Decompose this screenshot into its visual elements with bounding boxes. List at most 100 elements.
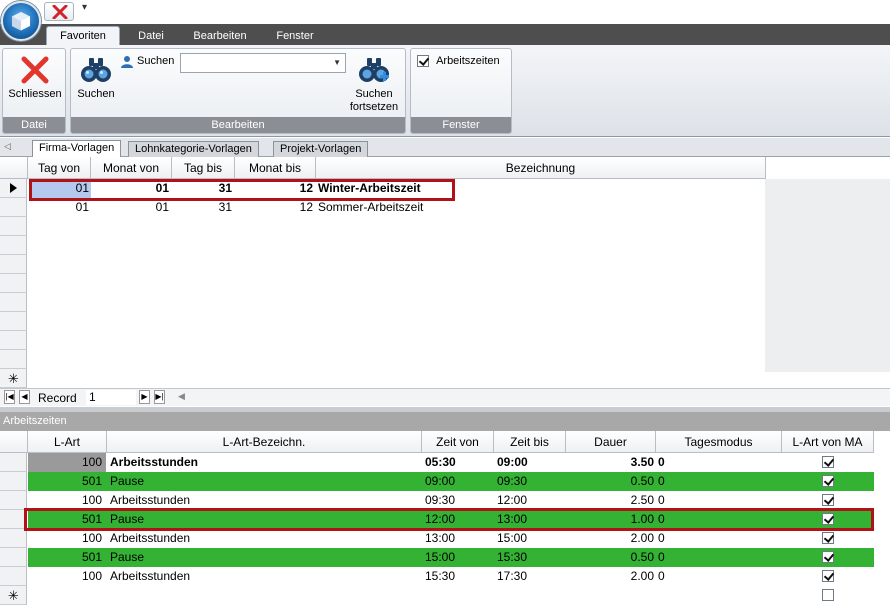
row-selector[interactable] xyxy=(0,453,27,472)
row-selector[interactable] xyxy=(0,567,27,586)
cell-lart[interactable]: 100 xyxy=(28,529,102,548)
col-header-zeit-bis[interactable]: Zeit bis xyxy=(494,431,566,453)
tab-firma-vorlagen[interactable]: Firma-Vorlagen xyxy=(32,140,122,157)
cell-monat-bis[interactable]: 12 xyxy=(235,198,316,217)
lart-von-ma-checkbox[interactable] xyxy=(822,551,834,563)
cell-tagesmodus[interactable]: 0 xyxy=(658,510,778,529)
col-header-tag-bis[interactable]: Tag bis xyxy=(172,157,235,179)
cell-tag-bis[interactable]: 31 xyxy=(172,198,235,217)
cell-zeit-von[interactable]: 05:30 xyxy=(425,453,493,472)
row-selector[interactable] xyxy=(0,198,27,217)
cell-zeit-bis[interactable]: 12:00 xyxy=(497,491,565,510)
col-header-monat-bis[interactable]: Monat bis xyxy=(235,157,316,179)
search-button[interactable]: Suchen xyxy=(73,55,119,100)
row-selector[interactable] xyxy=(0,510,27,529)
col-header-tag-von[interactable]: Tag von xyxy=(28,157,91,179)
cell-dauer[interactable]: 0.50 xyxy=(566,472,654,491)
lart-von-ma-checkbox[interactable] xyxy=(822,513,834,525)
quick-access-close-button[interactable] xyxy=(44,2,74,21)
cell-zeit-von[interactable]: 12:00 xyxy=(425,510,493,529)
cell-lart-bezeichnung[interactable]: Arbeitsstunden xyxy=(110,567,420,586)
cell-bezeichnung[interactable]: Winter-Arbeitszeit xyxy=(318,179,764,198)
cell-lart[interactable]: 501 xyxy=(28,510,102,529)
row-selector-current[interactable] xyxy=(0,179,27,198)
next-record-button[interactable]: ▶ xyxy=(139,390,150,404)
scroll-left-icon[interactable]: ◀ xyxy=(178,391,185,402)
cell-tag-bis[interactable]: 31 xyxy=(172,179,235,198)
previous-record-button[interactable]: ◀ xyxy=(19,390,30,404)
cell-lart-bezeichnung[interactable]: Arbeitsstunden xyxy=(110,529,420,548)
col-header-monat-von[interactable]: Monat von xyxy=(91,157,172,179)
cell-lart[interactable]: 100 xyxy=(28,567,102,586)
quick-access-customize-icon[interactable]: ▾ xyxy=(82,2,87,13)
cell-dauer[interactable]: 2.00 xyxy=(566,529,654,548)
cell-zeit-von[interactable]: 15:00 xyxy=(425,548,493,567)
cell-tagesmodus[interactable]: 0 xyxy=(658,491,778,510)
arbeitszeiten-toggle[interactable]: Arbeitszeiten xyxy=(417,55,500,68)
cell-lart-bezeichnung[interactable]: Pause xyxy=(110,548,420,567)
cell-zeit-bis[interactable]: 09:00 xyxy=(497,453,565,472)
cell-zeit-bis[interactable]: 09:30 xyxy=(497,472,565,491)
cell-monat-von[interactable]: 01 xyxy=(91,198,172,217)
col-header-lart[interactable]: L-Art xyxy=(28,431,107,453)
new-row-selector[interactable]: ✳ xyxy=(0,586,27,605)
cell-zeit-von[interactable]: 09:30 xyxy=(425,491,493,510)
col-header-lart-bezeichnung[interactable]: L-Art-Bezeichn. xyxy=(107,431,422,453)
cell-dauer[interactable]: 0.50 xyxy=(566,548,654,567)
cell-lart[interactable]: 501 xyxy=(28,548,102,567)
cell-zeit-bis[interactable]: 17:30 xyxy=(497,567,565,586)
cell-tag-von[interactable]: 01 xyxy=(30,179,91,198)
arbeitszeiten-checkbox[interactable] xyxy=(417,55,429,68)
cell-lart-bezeichnung[interactable]: Arbeitsstunden xyxy=(110,491,420,510)
cell-zeit-von[interactable]: 09:00 xyxy=(425,472,493,491)
cell-tagesmodus[interactable]: 0 xyxy=(658,453,778,472)
new-row-selector[interactable]: ✳ xyxy=(0,369,27,388)
cell-tagesmodus[interactable]: 0 xyxy=(658,472,778,491)
tab-projekt-vorlagen[interactable]: Projekt-Vorlagen xyxy=(273,141,369,157)
cell-zeit-bis[interactable]: 13:00 xyxy=(497,510,565,529)
row-selector[interactable] xyxy=(0,529,27,548)
new-row-checkbox[interactable] xyxy=(822,589,834,601)
chevron-down-icon[interactable]: ▼ xyxy=(333,58,341,67)
row-selector[interactable] xyxy=(0,472,27,491)
cell-lart-bezeichnung[interactable]: Pause xyxy=(110,510,420,529)
lart-von-ma-checkbox[interactable] xyxy=(822,494,834,506)
record-number-input[interactable]: 1 xyxy=(86,390,136,405)
cell-dauer[interactable]: 2.00 xyxy=(566,567,654,586)
row-selector[interactable] xyxy=(0,548,27,567)
tab-fenster[interactable]: Fenster xyxy=(268,28,322,45)
lart-von-ma-checkbox[interactable] xyxy=(822,532,834,544)
cell-dauer[interactable]: 1.00 xyxy=(566,510,654,529)
cell-bezeichnung[interactable]: Sommer-Arbeitszeit xyxy=(318,198,764,217)
col-header-tagesmodus[interactable]: Tagesmodus xyxy=(656,431,782,453)
last-record-button[interactable]: ▶| xyxy=(154,390,165,404)
search-next-button[interactable]: Suchen fortsetzen xyxy=(343,55,405,114)
cell-dauer[interactable]: 2.50 xyxy=(566,491,654,510)
close-button[interactable]: Schliessen xyxy=(5,55,65,100)
tab-datei[interactable]: Datei xyxy=(128,28,174,45)
cell-zeit-bis[interactable]: 15:00 xyxy=(497,529,565,548)
tab-lohnkategorie-vorlagen[interactable]: Lohnkategorie-Vorlagen xyxy=(128,141,259,157)
cell-tagesmodus[interactable]: 0 xyxy=(658,548,778,567)
col-header-zeit-von[interactable]: Zeit von xyxy=(422,431,494,453)
lart-von-ma-checkbox[interactable] xyxy=(822,456,834,468)
lart-von-ma-checkbox[interactable] xyxy=(822,570,834,582)
cell-zeit-von[interactable]: 15:30 xyxy=(425,567,493,586)
tab-scroll-left-icon[interactable]: ◁ xyxy=(4,141,11,152)
application-menu-button[interactable] xyxy=(1,1,41,41)
cell-monat-bis[interactable]: 12 xyxy=(235,179,316,198)
cell-lart[interactable]: 100 xyxy=(28,491,102,510)
cell-tagesmodus[interactable]: 0 xyxy=(658,567,778,586)
cell-lart-bezeichnung[interactable]: Pause xyxy=(110,472,420,491)
cell-tagesmodus[interactable]: 0 xyxy=(658,529,778,548)
cell-lart-bezeichnung[interactable]: Arbeitsstunden xyxy=(110,453,420,472)
cell-zeit-bis[interactable]: 15:30 xyxy=(497,548,565,567)
col-header-bezeichnung[interactable]: Bezeichnung xyxy=(316,157,766,179)
col-header-dauer[interactable]: Dauer xyxy=(566,431,656,453)
first-record-button[interactable]: |◀ xyxy=(4,390,15,404)
search-input[interactable]: ▼ xyxy=(180,53,346,73)
cell-dauer[interactable]: 3.50 xyxy=(566,453,654,472)
cell-tag-von[interactable]: 01 xyxy=(30,198,91,217)
cell-lart[interactable]: 501 xyxy=(28,472,102,491)
cell-monat-von[interactable]: 01 xyxy=(91,179,172,198)
